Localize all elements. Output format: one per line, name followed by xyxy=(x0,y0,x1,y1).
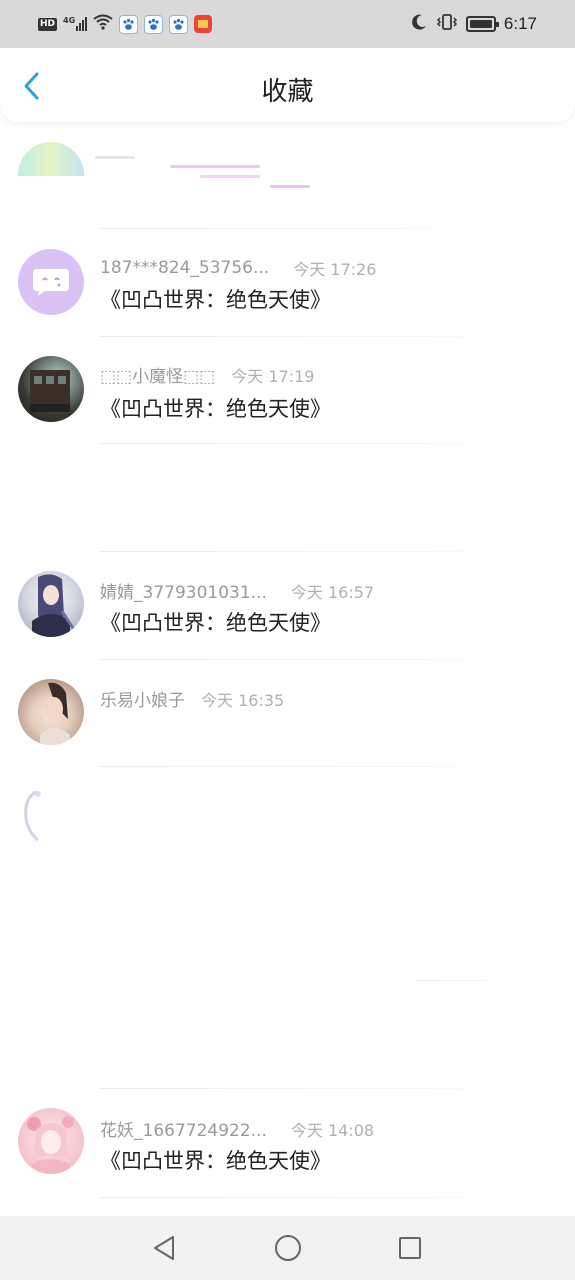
baidu-paw-icon xyxy=(169,14,189,34)
list-item-loading[interactable] xyxy=(0,768,575,988)
divider xyxy=(100,1088,500,1089)
status-icons-right: 6:17 xyxy=(410,12,537,36)
divider xyxy=(100,228,470,229)
post-meta: ⬚⬚小魔怪⬚⬚ 今天 17:19 xyxy=(100,362,315,388)
nav-recent-button[interactable] xyxy=(394,1232,426,1264)
avatar-girl-photo xyxy=(18,679,84,745)
post-meta: 花妖_1667724922... 今天 14:08 xyxy=(100,1116,375,1142)
divider xyxy=(100,336,500,337)
status-icons-left: HD 4G xyxy=(38,14,213,34)
app-notification-icon xyxy=(194,15,213,33)
list-item[interactable]: 婧婧_3779301031... 今天 16:57 《凹凸世界：绝色天使》 xyxy=(0,552,575,660)
battery-icon xyxy=(465,16,499,32)
circle-home-icon xyxy=(275,1235,301,1261)
username[interactable]: 花妖_1667724922... xyxy=(100,1116,267,1141)
post-meta: 乐易小娘子 今天 16:35 xyxy=(100,686,285,712)
page-title: 收藏 xyxy=(261,77,314,107)
avatar-loading xyxy=(18,142,84,176)
divider xyxy=(415,980,500,981)
vibrate-icon xyxy=(436,13,458,35)
faded-line xyxy=(270,185,310,188)
username[interactable]: 婧婧_3779301031... xyxy=(100,578,267,603)
username[interactable]: 187***824_53756... xyxy=(100,258,269,278)
username[interactable]: ⬚⬚小魔怪⬚⬚ xyxy=(100,362,215,387)
status-bar: HD 4G 6:17 xyxy=(0,0,575,48)
moon-icon xyxy=(410,13,428,35)
post-time: 今天 16:57 xyxy=(290,582,375,602)
post-text[interactable]: 《凹凸世界：绝色天使》 xyxy=(100,393,331,423)
nav-back-button[interactable] xyxy=(148,1232,180,1264)
faded-line xyxy=(170,165,260,168)
network-type: 4G xyxy=(63,16,76,25)
square-recent-icon xyxy=(399,1237,421,1259)
post-text[interactable]: 《凹凸世界：绝色天使》 xyxy=(100,284,331,314)
username[interactable]: 乐易小娘子 xyxy=(100,686,185,711)
list-item[interactable]: 乐易小娘子 今天 16:35 xyxy=(0,660,575,768)
faded-line xyxy=(200,175,260,178)
baidu-paw-icon xyxy=(144,14,164,34)
post-time: 今天 14:08 xyxy=(290,1120,375,1140)
status-time: 6:17 xyxy=(503,14,537,33)
list-item-empty[interactable] xyxy=(0,444,575,552)
post-text[interactable]: 《凹凸世界：绝色天使》 xyxy=(100,607,331,637)
triangle-back-icon xyxy=(154,1236,174,1260)
signal-icon: 4G xyxy=(63,16,88,31)
avatar-loading xyxy=(18,788,48,848)
list-item-empty[interactable] xyxy=(0,988,575,1090)
list-item-loading[interactable] xyxy=(0,122,575,232)
avatar-anime-girl xyxy=(18,571,84,637)
app-header: 收藏 xyxy=(0,48,575,122)
wifi-icon xyxy=(93,14,113,34)
post-time: 今天 17:19 xyxy=(231,366,315,386)
faded-line xyxy=(95,156,135,159)
avatar-tram-photo xyxy=(18,356,84,422)
avatar-chat-bubble xyxy=(18,249,84,315)
post-meta: 187***824_53756... 今天 17:26 xyxy=(100,256,376,280)
list-item[interactable]: 187***824_53756... 今天 17:26 《凹凸世界：绝色天使》 xyxy=(0,232,575,338)
system-nav-bar xyxy=(0,1216,575,1280)
post-time: 今天 17:26 xyxy=(293,260,377,279)
post-text[interactable]: 《凹凸世界：绝色天使》 xyxy=(100,1145,331,1175)
hd-badge: HD xyxy=(38,17,58,31)
post-meta: 婧婧_3779301031... 今天 16:57 xyxy=(100,578,375,604)
divider xyxy=(100,766,500,767)
post-time: 今天 16:35 xyxy=(201,690,285,710)
baidu-paw-icon xyxy=(119,14,139,34)
avatar-flower-girl xyxy=(18,1108,84,1174)
list-item[interactable]: ⬚⬚小魔怪⬚⬚ 今天 17:19 《凹凸世界：绝色天使》 xyxy=(0,338,575,444)
nav-home-button[interactable] xyxy=(272,1232,304,1264)
divider xyxy=(100,1197,500,1198)
list-item[interactable]: 花妖_1667724922... 今天 14:08 《凹凸世界：绝色天使》 xyxy=(0,1090,575,1200)
